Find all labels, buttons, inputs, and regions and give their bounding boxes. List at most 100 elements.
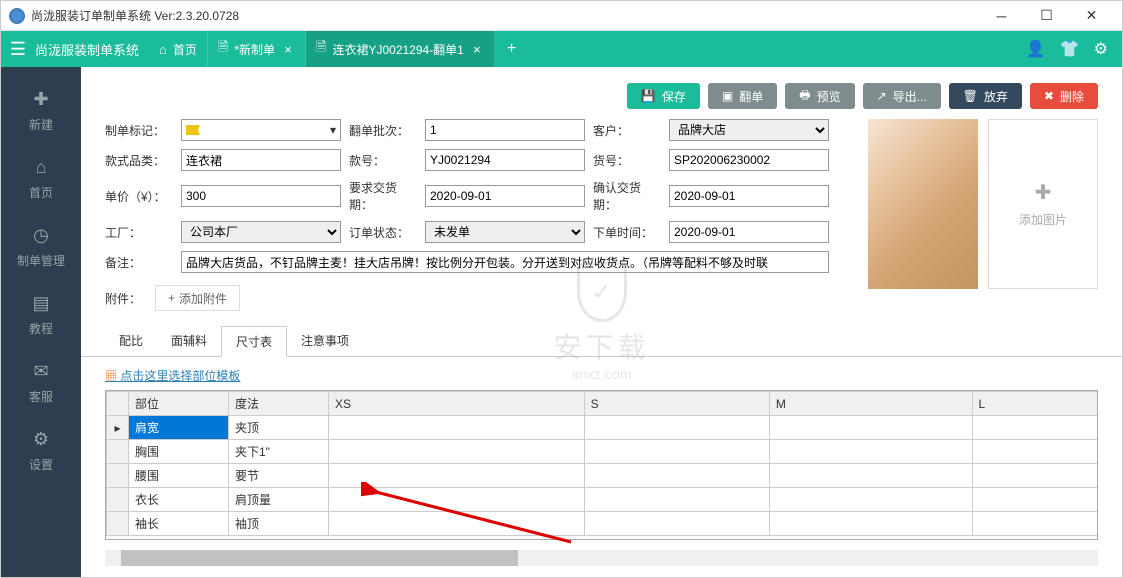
tab-home[interactable]: ⌂ 首页 [149, 31, 208, 67]
menu-toggle[interactable]: ☰ [1, 31, 35, 67]
subtabs: 配比 面辅料 尺寸表 注意事项 [81, 325, 1122, 357]
tab-label: *新制单 [234, 41, 275, 58]
close-icon[interactable]: × [281, 42, 295, 56]
table-row[interactable]: 袖长 袖顶 [107, 512, 1099, 536]
label-style-no: 款号： [349, 152, 417, 169]
print-icon: 🖶 [799, 86, 810, 107]
tab-label: 连衣裙YJ0021294-翻单1 [332, 41, 463, 58]
template-link-row: 点击这里选择部位模板 [81, 357, 1122, 390]
size-table: 部位 度法 XS S M L ▸ 肩宽 夹顶 胸围 夹下1" 腰围 要节 衣长 … [106, 391, 1098, 536]
label-factory: 工厂： [105, 224, 173, 241]
order-time-input[interactable] [669, 221, 829, 243]
export-icon: ↗ [877, 89, 887, 103]
topbar: ☰ 尚泷服装制单系统 ⌂ 首页 🗎 *新制单 × 🗎 连衣裙YJ0021294-… [1, 31, 1122, 67]
label-category: 款式品类： [105, 152, 173, 169]
col-l: L [972, 392, 1098, 416]
flag-select[interactable]: ▾ [181, 119, 341, 141]
close-button[interactable]: ✕ [1069, 5, 1114, 27]
subtab-notes[interactable]: 注意事项 [287, 326, 363, 357]
col-indicator [107, 392, 129, 416]
subtab-ratio[interactable]: 配比 [105, 326, 157, 357]
gear-icon: ⚙ [33, 429, 49, 450]
price-input[interactable] [181, 185, 341, 207]
tab-label: 首页 [173, 41, 197, 58]
flag-icon [186, 125, 200, 135]
label-price: 单价（¥）： [105, 188, 173, 205]
factory-select[interactable]: 公司本厂 [181, 221, 341, 243]
add-image-button[interactable]: ✚ 添加图片 [988, 119, 1098, 289]
subtab-size[interactable]: 尺寸表 [221, 326, 287, 357]
tab-dress-order[interactable]: 🗎 连衣裙YJ0021294-翻单1 × [306, 31, 495, 67]
template-link[interactable]: 点击这里选择部位模板 [105, 369, 240, 383]
table-row[interactable]: 衣长 肩顶量 [107, 488, 1099, 512]
document-icon: 🗎 [316, 38, 326, 60]
label-order-time: 下单时间： [593, 224, 661, 241]
plus-icon: ✚ [33, 89, 48, 110]
label-require-date: 要求交货期： [349, 179, 417, 213]
customer-select[interactable]: 品牌大店 [669, 119, 829, 141]
titlebar: 尚泷服装订单制单系统 Ver:2.3.20.0728 ─ ☐ ✕ [1, 1, 1122, 31]
table-row[interactable]: ▸ 肩宽 夹顶 [107, 416, 1099, 440]
col-s: S [584, 392, 769, 416]
content: ✓ 安下载 anxz.com 💾保存 ▣翻单 🖶预览 ↗导出... 🗑放弃 ✖删… [81, 67, 1122, 577]
form: 制单标记： ▾ 翻单批次： 客户： 品牌大店 款式品类： 款号： 货号： 单价（… [81, 119, 1122, 321]
app-icon [9, 8, 25, 24]
sidebar-item-orders[interactable]: ◷制单管理 [1, 213, 81, 281]
product-image[interactable] [868, 119, 978, 289]
sidebar-item-tutorial[interactable]: ▤教程 [1, 281, 81, 349]
delete-icon: ✖ [1044, 89, 1054, 103]
size-table-wrap: 部位 度法 XS S M L ▸ 肩宽 夹顶 胸围 夹下1" 腰围 要节 衣长 … [105, 390, 1098, 540]
sidebar-item-home[interactable]: ⌂首页 [1, 145, 81, 213]
trash-icon: 🗑 [963, 89, 978, 103]
sku-input[interactable] [669, 149, 829, 171]
add-attachment-button[interactable]: +添加附件 [155, 285, 240, 311]
sidebar: ✚新建 ⌂首页 ◷制单管理 ▤教程 ✉客服 ⚙设置 [1, 67, 81, 577]
duplicate-button[interactable]: ▣翻单 [708, 83, 777, 109]
col-xs: XS [329, 392, 585, 416]
label-remark: 备注： [105, 254, 173, 271]
category-input[interactable] [181, 149, 341, 171]
add-tab-button[interactable]: + [495, 31, 528, 67]
export-button[interactable]: ↗导出... [863, 83, 941, 109]
col-m: M [769, 392, 972, 416]
discard-button[interactable]: 🗑放弃 [949, 83, 1022, 109]
horizontal-scrollbar[interactable] [105, 550, 1098, 566]
home-icon: ⌂ [36, 157, 47, 178]
label-customer: 客户： [593, 122, 661, 139]
table-row[interactable]: 胸围 夹下1" [107, 440, 1099, 464]
settings-icon[interactable]: ⚙ [1094, 39, 1108, 59]
user-icon[interactable]: 👤 [1026, 39, 1046, 59]
label-attach: 附件： [105, 290, 141, 307]
window-title: 尚泷服装订单制单系统 Ver:2.3.20.0728 [31, 7, 979, 24]
status-select[interactable]: 未发单 [425, 221, 585, 243]
delete-button[interactable]: ✖删除 [1030, 83, 1098, 109]
tab-new-order[interactable]: 🗎 *新制单 × [208, 31, 306, 67]
batch-input[interactable] [425, 119, 585, 141]
sidebar-item-new[interactable]: ✚新建 [1, 77, 81, 145]
action-bar: 💾保存 ▣翻单 🖶预览 ↗导出... 🗑放弃 ✖删除 [81, 67, 1122, 119]
save-button[interactable]: 💾保存 [627, 83, 700, 109]
confirm-date-input[interactable] [669, 185, 829, 207]
clock-icon: ◷ [33, 225, 49, 246]
label-confirm-date: 确认交货期： [593, 179, 661, 213]
book-icon: ▤ [32, 293, 49, 314]
maximize-button[interactable]: ☐ [1024, 5, 1069, 27]
subtab-materials[interactable]: 面辅料 [157, 326, 221, 357]
table-row[interactable]: 腰围 要节 [107, 464, 1099, 488]
sidebar-item-settings[interactable]: ⚙设置 [1, 417, 81, 485]
duplicate-icon: ▣ [722, 89, 733, 103]
tabs: ⌂ 首页 🗎 *新制单 × 🗎 连衣裙YJ0021294-翻单1 × + [149, 31, 528, 67]
document-icon: 🗎 [218, 38, 228, 60]
close-icon[interactable]: × [470, 42, 484, 56]
style-no-input[interactable] [425, 149, 585, 171]
require-date-input[interactable] [425, 185, 585, 207]
remark-input[interactable] [181, 251, 829, 273]
save-icon: 💾 [641, 89, 656, 103]
label-sku: 货号： [593, 152, 661, 169]
minimize-button[interactable]: ─ [979, 5, 1024, 27]
tshirt-icon[interactable]: 👕 [1060, 39, 1080, 59]
preview-button[interactable]: 🖶预览 [785, 83, 854, 109]
chat-icon: ✉ [33, 361, 48, 382]
sidebar-item-support[interactable]: ✉客服 [1, 349, 81, 417]
app-name: 尚泷服装制单系统 [35, 40, 149, 59]
